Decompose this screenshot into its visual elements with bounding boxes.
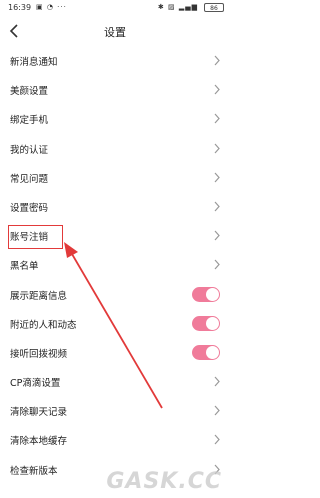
status-bar: 16:39 ▣ ◔ ··· ✱ ▨ ▂▄▆ 86 — [0, 0, 230, 16]
status-time: 16:39 — [8, 3, 32, 12]
settings-row-label: 展示距离信息 — [10, 290, 68, 302]
chevron-right-icon — [214, 405, 220, 416]
chevron-right-icon — [214, 435, 220, 445]
settings-row-label: 黑名单 — [10, 261, 39, 273]
notification-icons: ▣ ◔ ··· — [36, 3, 67, 11]
settings-row-label: 绑定手机 — [10, 115, 49, 127]
settings-row-label: 检查新版本 — [10, 465, 58, 477]
settings-row[interactable]: 接听回拨视频 — [0, 338, 230, 367]
settings-row[interactable]: 附近的人和动态 — [0, 309, 230, 338]
toggle-switch[interactable] — [192, 344, 220, 360]
chevron-right-icon — [214, 55, 220, 66]
settings-list: 新消息通知 美颜设置 绑定手机 我的认证 常见问题 设置密码 账号注销 黑名单 展示距离信息 附近… — [0, 46, 230, 484]
settings-row[interactable]: 常见问题 — [0, 163, 230, 192]
settings-row-label: CP滴滴设置 — [10, 378, 61, 390]
chevron-right-icon — [214, 143, 220, 153]
settings-row[interactable]: 清除聊天记录 — [0, 396, 230, 425]
watermark: GASK.CC — [106, 469, 222, 494]
chevron-right-icon — [214, 259, 220, 270]
settings-row[interactable]: 新消息通知 — [0, 46, 230, 75]
settings-row[interactable]: 美颜设置 — [0, 75, 230, 104]
settings-row-label: 清除聊天记录 — [10, 407, 68, 419]
settings-row-label: 接听回拨视频 — [10, 348, 68, 360]
settings-row-label: 附近的人和动态 — [10, 319, 77, 331]
toggle-knob — [206, 345, 219, 359]
settings-row-label: 新消息通知 — [10, 57, 58, 68]
annotation-highlight-box — [8, 225, 63, 249]
settings-row-label: 清除本地缓存 — [10, 436, 68, 448]
toggle-knob — [206, 316, 219, 330]
chevron-right-icon — [214, 376, 220, 387]
settings-row[interactable]: 绑定手机 — [0, 104, 230, 133]
settings-row[interactable]: 黑名单 — [0, 250, 230, 279]
settings-row-label: 美颜设置 — [10, 86, 49, 98]
chevron-right-icon — [214, 84, 220, 95]
chevron-right-icon — [214, 201, 220, 212]
toggle-switch[interactable] — [192, 315, 220, 331]
settings-row-label: 我的认证 — [10, 144, 49, 156]
chevron-right-icon — [214, 113, 220, 124]
settings-row[interactable]: 设置密码 — [0, 192, 230, 221]
chevron-right-icon — [214, 230, 220, 241]
settings-row[interactable]: 我的认证 — [0, 134, 230, 163]
page-title: 设置 — [104, 26, 126, 39]
nav-bar: 设置 — [0, 16, 230, 46]
settings-row[interactable]: 清除本地缓存 — [0, 425, 230, 454]
toggle-knob — [206, 287, 219, 301]
settings-row[interactable]: CP滴滴设置 — [0, 367, 230, 396]
signal-icons: ✱ ▨ ▂▄▆ — [157, 3, 198, 11]
chevron-right-icon — [214, 172, 220, 183]
settings-row-label: 常见问题 — [10, 173, 49, 185]
settings-row-label: 设置密码 — [10, 202, 49, 214]
toggle-switch[interactable] — [192, 286, 220, 302]
battery-icon: 86 — [204, 3, 224, 12]
settings-row[interactable]: 展示距离信息 — [0, 280, 230, 309]
